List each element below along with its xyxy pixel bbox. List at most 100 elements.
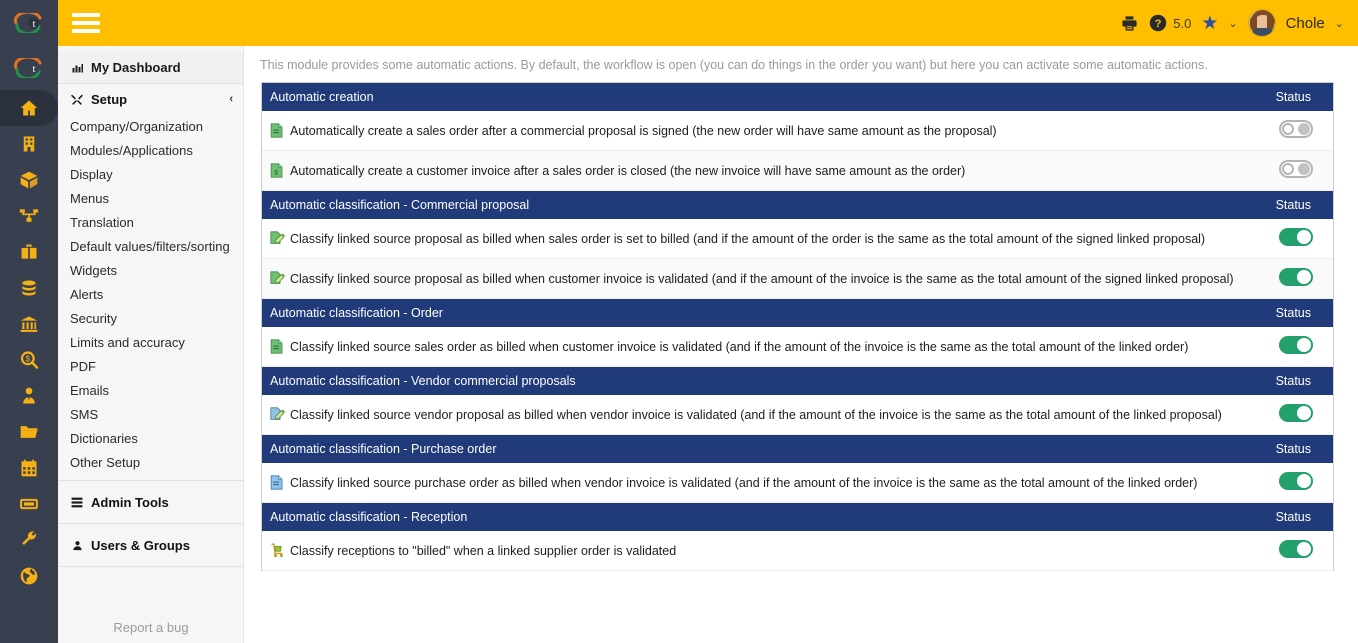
sidebar-item-modules-applications[interactable]: Modules/Applications xyxy=(58,138,243,162)
row-text-wrap: Classify linked source purchase order as… xyxy=(262,475,1197,490)
sidebar-item-label: Widgets xyxy=(70,262,117,278)
sidebar-divider xyxy=(58,480,243,481)
bank-icon xyxy=(18,314,40,334)
row-label: Classify linked source proposal as bille… xyxy=(290,231,1206,246)
status-toggle[interactable] xyxy=(1279,268,1313,286)
table-row: Classify linked source proposal as bille… xyxy=(262,219,1333,259)
status-toggle[interactable] xyxy=(1279,160,1313,178)
sidebar-item-label: Limits and accuracy xyxy=(70,334,185,350)
sidebar-item-security[interactable]: Security xyxy=(58,306,243,330)
group-title: Automatic classification - Order xyxy=(270,306,443,320)
row-label: Classify linked source sales order as bi… xyxy=(290,339,1189,354)
star-chevron-down-icon[interactable]: ⌄ xyxy=(1228,17,1237,30)
status-toggle[interactable] xyxy=(1279,540,1313,558)
home-icon xyxy=(18,98,40,118)
star-icon[interactable]: ★ xyxy=(1201,14,1218,33)
rail-item-documents[interactable] xyxy=(0,414,58,450)
rail-item-hrm[interactable] xyxy=(0,378,58,414)
status-toggle[interactable] xyxy=(1279,120,1313,138)
status-column-header: Status xyxy=(1275,374,1311,388)
sidebar-item-default-values[interactable]: Default values/filters/sorting xyxy=(58,234,243,258)
group-header-reception: Automatic classification - Reception Sta… xyxy=(262,503,1333,531)
rail-item-accounting[interactable] xyxy=(0,270,58,306)
sidebar-item-translation[interactable]: Translation xyxy=(58,210,243,234)
document-green-icon xyxy=(270,339,284,354)
version-label: 5.0 xyxy=(1173,15,1192,31)
rail-item-bank[interactable] xyxy=(0,306,58,342)
sidebar-item-label: Menus xyxy=(70,190,110,206)
sidebar-item-alerts[interactable]: Alerts xyxy=(58,282,243,306)
hrm-user-tie-icon xyxy=(19,386,39,406)
sidebar-item-company-organization[interactable]: Company/Organization xyxy=(58,114,243,138)
row-status-toggle-wrap xyxy=(1279,160,1333,181)
document-blue-icon xyxy=(270,475,284,490)
sidebar-item-dictionaries[interactable]: Dictionaries xyxy=(58,426,243,450)
sidebar-item-label: SMS xyxy=(70,406,99,422)
sidebar-item-my-dashboard[interactable]: My Dashboard xyxy=(58,52,243,84)
row-status-toggle-wrap xyxy=(1279,404,1333,425)
logo-icon[interactable]: t xyxy=(0,0,58,46)
sidebar-item-limits-accuracy[interactable]: Limits and accuracy xyxy=(58,330,243,354)
sidebar-item-label: Dictionaries xyxy=(70,430,138,446)
sidebar-item-widgets[interactable]: Widgets xyxy=(58,258,243,282)
rail-item-search-money[interactable]: $ xyxy=(0,342,58,378)
rail-item-globe[interactable] xyxy=(0,558,58,594)
row-text-wrap: Classify linked source proposal as bille… xyxy=(262,231,1205,246)
svg-text:?: ? xyxy=(1155,18,1162,30)
sidebar-admin-tools-label: Admin Tools xyxy=(91,494,169,510)
rail-item-projects[interactable] xyxy=(0,234,58,270)
status-toggle[interactable] xyxy=(1279,228,1313,246)
table-row: Classify linked source sales order as bi… xyxy=(262,327,1333,367)
avatar[interactable] xyxy=(1247,9,1276,37)
group-title: Automatic creation xyxy=(270,90,374,104)
top-bar-right: ? 5.0 ★ ⌄ Chole ⌄ xyxy=(1120,9,1358,37)
report-a-bug-link[interactable]: Report a bug xyxy=(58,620,244,635)
status-toggle[interactable] xyxy=(1279,472,1313,490)
search-money-icon: $ xyxy=(19,350,40,370)
rail-item-company[interactable] xyxy=(0,126,58,162)
row-status-toggle-wrap xyxy=(1279,540,1333,561)
sidebar-item-display[interactable]: Display xyxy=(58,162,243,186)
sidebar-item-emails[interactable]: Emails xyxy=(58,378,243,402)
sidebar-divider-3 xyxy=(58,566,243,567)
sidebar-users-groups-label: Users & Groups xyxy=(91,537,190,553)
chevron-left-icon[interactable]: ‹ xyxy=(229,93,233,105)
sidebar-item-other-setup[interactable]: Other Setup xyxy=(58,450,243,474)
invoice-green-icon: $ xyxy=(270,163,284,178)
sidebar-item-label: Display xyxy=(70,166,113,182)
printer-icon[interactable] xyxy=(1120,14,1139,33)
question-circle-icon[interactable]: ? xyxy=(1149,14,1167,32)
status-column-header: Status xyxy=(1275,198,1311,212)
sidebar-item-pdf[interactable]: PDF xyxy=(58,354,243,378)
hamburger-icon[interactable] xyxy=(72,9,100,37)
status-column-header: Status xyxy=(1275,306,1311,320)
document-edit-green-icon xyxy=(270,271,286,286)
sidebar-section-admin-tools[interactable]: Admin Tools xyxy=(58,487,243,517)
row-label: Automatically create a customer invoice … xyxy=(290,163,966,178)
document-edit-green-icon xyxy=(270,231,286,246)
group-header-purchase-order: Automatic classification - Purchase orde… xyxy=(262,435,1333,463)
sidebar-divider-2 xyxy=(58,523,243,524)
sidebar-item-sms[interactable]: SMS xyxy=(58,402,243,426)
status-toggle[interactable] xyxy=(1279,404,1313,422)
table-row: Automatically create a sales order after… xyxy=(262,111,1333,151)
group-header-commercial-proposal: Automatic classification - Commercial pr… xyxy=(262,191,1333,219)
status-toggle[interactable] xyxy=(1279,336,1313,354)
rail-item-commercial[interactable] xyxy=(0,198,58,234)
agenda-calendar-icon xyxy=(19,458,39,478)
logo-secondary-icon[interactable]: t xyxy=(0,46,58,90)
server-stack-icon xyxy=(70,496,84,509)
user-name-label[interactable]: Chole xyxy=(1286,15,1325,32)
products-box-icon xyxy=(18,170,40,190)
rail-item-tools[interactable] xyxy=(0,522,58,558)
rail-item-products[interactable] xyxy=(0,162,58,198)
sidebar-section-users-groups[interactable]: Users & Groups xyxy=(58,530,243,560)
rail-item-ticket[interactable] xyxy=(0,486,58,522)
rail-item-home[interactable] xyxy=(0,90,58,126)
sidebar-item-menus[interactable]: Menus xyxy=(58,186,243,210)
sidebar-section-setup[interactable]: Setup ‹ xyxy=(58,84,243,114)
user-chevron-down-icon[interactable]: ⌄ xyxy=(1335,17,1344,30)
sidebar-item-label: Modules/Applications xyxy=(70,142,193,158)
sidebar-item-label: Company/Organization xyxy=(70,118,203,134)
rail-item-agenda[interactable] xyxy=(0,450,58,486)
